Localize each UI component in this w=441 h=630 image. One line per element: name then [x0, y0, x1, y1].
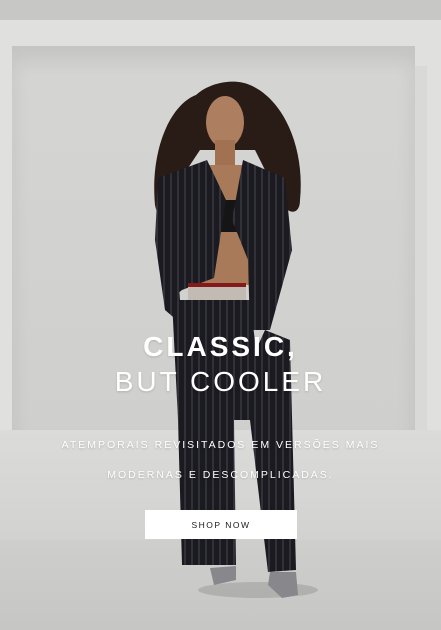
headline-line-2: BUT COOLER [114, 366, 327, 397]
hero-banner[interactable]: CLASSIC, BUT COOLER ATEMPORAIS REVISITAD… [0, 0, 441, 630]
hero-subtext-line-1: ATEMPORAIS REVISITADOS EM VERSÕES MAIS [61, 439, 380, 451]
hero-subtext: ATEMPORAIS REVISITADOS EM VERSÕES MAIS M… [40, 430, 401, 490]
headline-line-1: CLASSIC, [143, 331, 298, 362]
shop-now-button[interactable]: SHOP NOW [145, 510, 297, 539]
hero-subtext-line-2: MODERNAS E DESCOMPLICADAS. [107, 469, 334, 481]
